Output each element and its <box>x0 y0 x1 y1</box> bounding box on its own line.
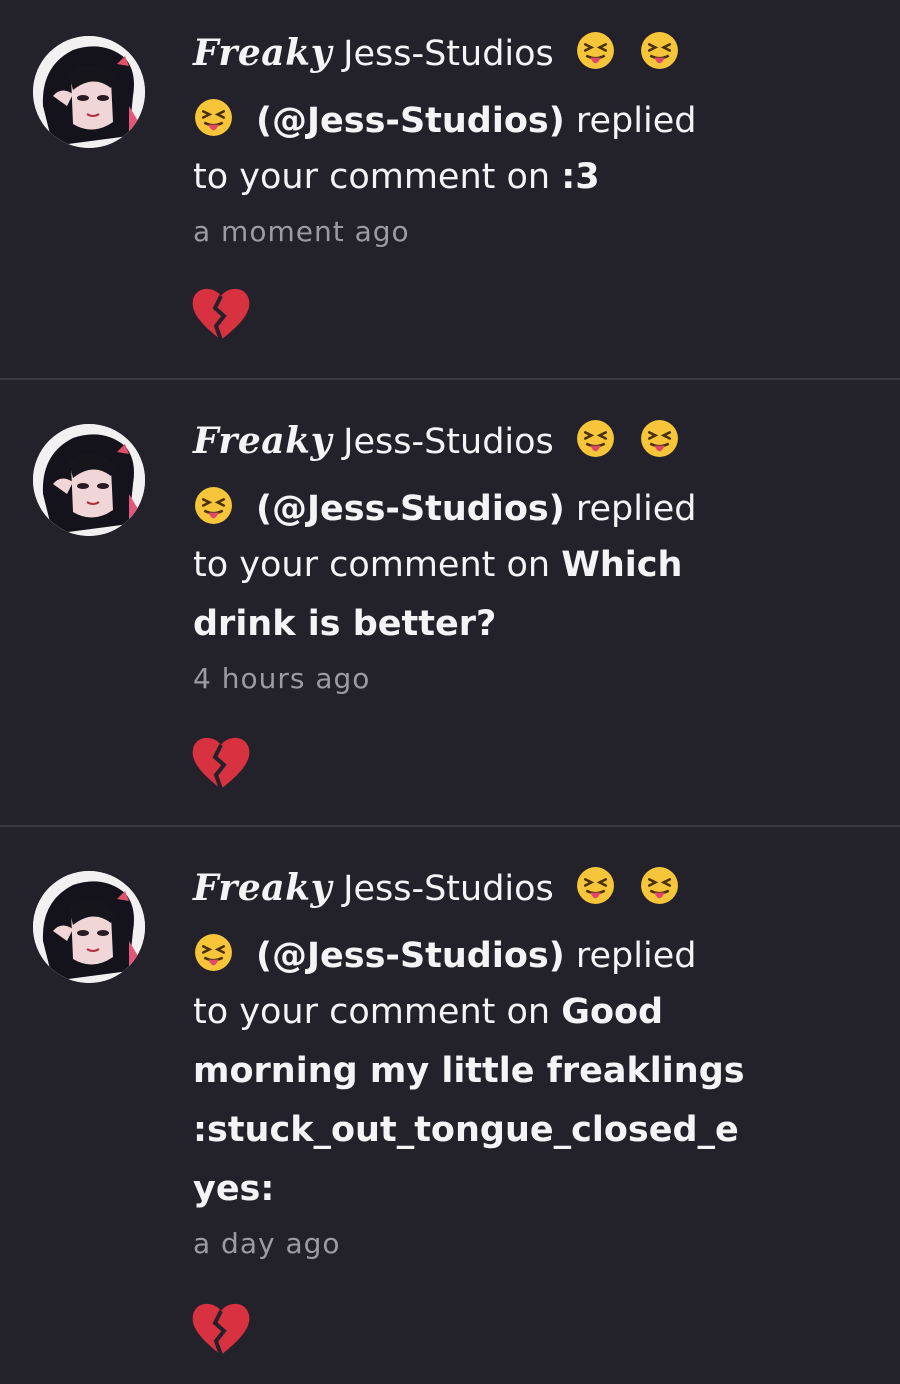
notification-item[interactable]: Freaky Jess-Studios (@Jess-Studios) repl… <box>0 0 900 380</box>
author-name[interactable]: Jess-Studios <box>343 869 554 909</box>
squinting-tongue-emoji-icon <box>639 30 680 71</box>
notification-line-author: Freaky Jess-Studios <box>193 418 793 460</box>
author-handle[interactable]: (@Jess-Studios) <box>256 489 565 529</box>
notification-item[interactable]: Freaky Jess-Studios (@Jess-Studios) repl… <box>0 827 900 1384</box>
action-prefix: to your comment on <box>193 992 551 1032</box>
post-title-link[interactable]: :3 <box>561 157 599 197</box>
timestamp: a day ago <box>193 1227 341 1260</box>
squinting-tongue-emoji-icon <box>575 30 616 71</box>
notification-line-target: to your comment on :3 <box>193 159 793 195</box>
author-name[interactable]: Jess-Studios <box>343 34 554 74</box>
display-name[interactable]: Freaky <box>193 32 332 74</box>
timestamp: a moment ago <box>193 215 410 248</box>
notification-line-target: to your comment on Which <box>193 547 793 583</box>
avatar[interactable] <box>33 36 145 148</box>
post-title-link[interactable]: Good <box>561 992 663 1032</box>
squinting-tongue-emoji-icon <box>575 418 616 459</box>
notification-item[interactable]: Freaky Jess-Studios (@Jess-Studios) repl… <box>0 380 900 827</box>
squinting-tongue-emoji-icon <box>639 865 680 906</box>
action-prefix: to your comment on <box>193 545 551 585</box>
broken-heart-icon[interactable] <box>190 286 252 342</box>
notification-line-author: Freaky Jess-Studios <box>193 30 793 72</box>
action-verb: replied <box>575 936 697 976</box>
squinting-tongue-emoji-icon <box>575 865 616 906</box>
post-title-link[interactable]: Which <box>561 545 682 585</box>
notification-line-handle: (@Jess-Studios) replied <box>193 932 793 974</box>
post-title-link-continued[interactable]: :stuck_out_tongue_closed_e <box>193 1112 793 1148</box>
broken-heart-icon[interactable] <box>190 735 252 791</box>
notification-line-handle: (@Jess-Studios) replied <box>193 485 793 527</box>
timestamp: 4 hours ago <box>193 662 371 695</box>
display-name[interactable]: Freaky <box>193 420 332 462</box>
post-title-link-continued[interactable]: drink is better? <box>193 606 793 642</box>
squinting-tongue-emoji-icon <box>193 485 234 526</box>
action-prefix: to your comment on <box>193 157 551 197</box>
notification-text: Freaky Jess-Studios (@Jess-Studios) repl… <box>193 865 793 1259</box>
notification-text: Freaky Jess-Studios (@Jess-Studios) repl… <box>193 30 793 247</box>
squinting-tongue-emoji-icon <box>193 932 234 973</box>
notification-line-handle: (@Jess-Studios) replied <box>193 97 793 139</box>
post-title-link-continued[interactable]: morning my little freaklings <box>193 1053 793 1089</box>
author-handle[interactable]: (@Jess-Studios) <box>256 101 565 141</box>
notification-text: Freaky Jess-Studios (@Jess-Studios) repl… <box>193 418 793 694</box>
squinting-tongue-emoji-icon <box>639 418 680 459</box>
avatar[interactable] <box>33 424 145 536</box>
display-name[interactable]: Freaky <box>193 867 332 909</box>
action-verb: replied <box>575 101 697 141</box>
author-handle[interactable]: (@Jess-Studios) <box>256 936 565 976</box>
author-name[interactable]: Jess-Studios <box>343 422 554 462</box>
avatar[interactable] <box>33 871 145 983</box>
notification-line-target: to your comment on Good <box>193 994 793 1030</box>
post-title-link-continued[interactable]: yes: <box>193 1171 793 1207</box>
action-verb: replied <box>575 489 697 529</box>
notification-feed: Freaky Jess-Studios (@Jess-Studios) repl… <box>0 0 900 1384</box>
notification-line-author: Freaky Jess-Studios <box>193 865 793 907</box>
broken-heart-icon[interactable] <box>190 1301 252 1357</box>
squinting-tongue-emoji-icon <box>193 97 234 138</box>
